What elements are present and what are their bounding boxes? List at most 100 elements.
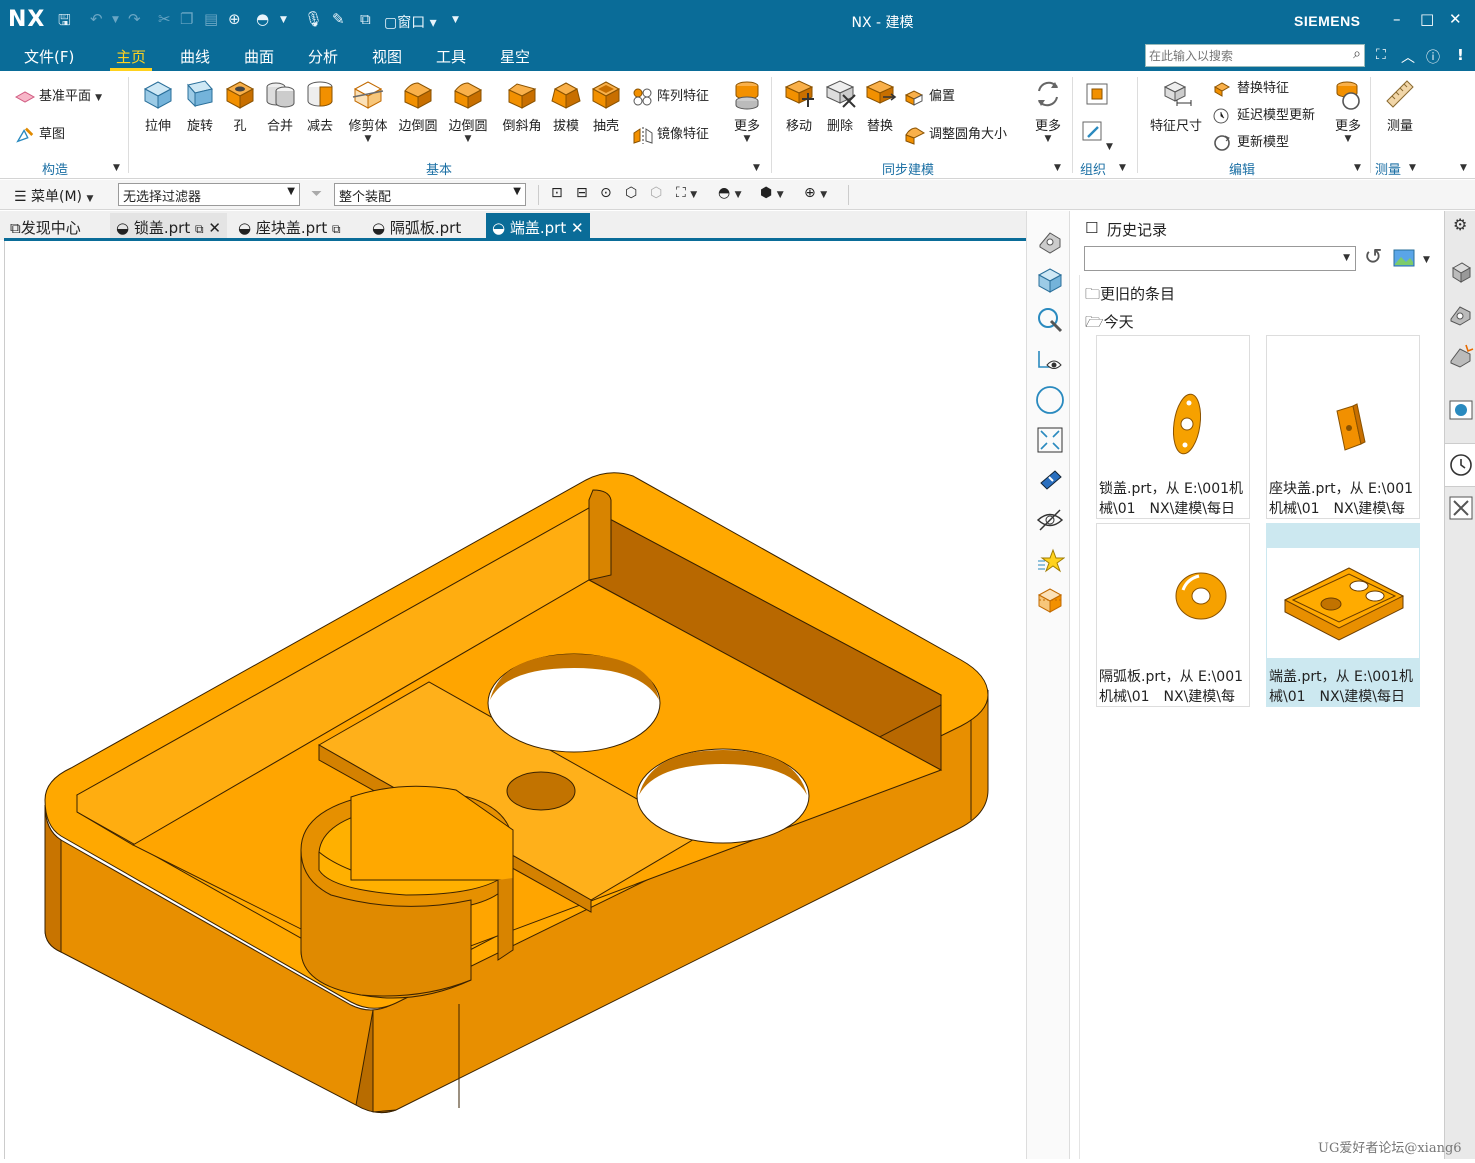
select-feature-icon[interactable]: ⊡ xyxy=(551,185,563,201)
minimize-button[interactable]: – xyxy=(1393,10,1401,28)
sync-group-dropdown-icon[interactable]: ▼ xyxy=(1054,163,1061,173)
organize-group-feature-button[interactable] xyxy=(1080,81,1114,111)
fullscreen-icon[interactable]: ⛶ xyxy=(1376,47,1386,63)
assembly-navigator-icon[interactable] xyxy=(1035,265,1065,295)
replace-face-button[interactable]: 替换 xyxy=(860,77,900,134)
edge-blend-2-button[interactable]: 边倒圆 ▼ xyxy=(446,77,490,144)
view-mode-dropdown-icon[interactable]: ▼ xyxy=(1423,255,1430,265)
close-tab-icon[interactable]: ✕ xyxy=(208,219,221,237)
fit-view-icon[interactable]: ⛶ ▼ xyxy=(676,185,697,201)
revolve-button[interactable]: 旋转 xyxy=(180,77,220,134)
datum-plane-dropdown-icon[interactable]: ▼ xyxy=(95,93,102,103)
move-face-button[interactable]: 移动 xyxy=(778,77,820,134)
select-edge-icon[interactable]: ⊟ xyxy=(576,185,588,201)
constraint-tab-icon[interactable] xyxy=(1448,343,1474,369)
draft-button[interactable]: 拔模 xyxy=(546,77,586,134)
search-icon[interactable]: ⌕ xyxy=(1353,46,1361,62)
unite-button[interactable]: 合并 xyxy=(260,77,300,134)
tab-xingkong[interactable]: 星空 xyxy=(500,46,530,67)
delay-update-button[interactable]: 延迟模型更新 xyxy=(1212,104,1315,126)
filter-funnel-icon[interactable]: ⏷ xyxy=(311,186,322,202)
feature-dimension-button[interactable]: 特征尺寸 xyxy=(1146,77,1206,134)
edge-blend-button[interactable]: 边倒圆 xyxy=(396,77,440,134)
sketch-button[interactable]: 草图 xyxy=(14,123,65,145)
hide-icon[interactable] xyxy=(1035,505,1065,535)
tab-analysis[interactable]: 分析 xyxy=(308,46,338,67)
orient-view-icon[interactable]: ⬢ ▼ xyxy=(760,185,784,201)
more-basic-button[interactable]: 更多 ▼ xyxy=(726,77,768,144)
shell-button[interactable]: 抽壳 xyxy=(586,77,626,134)
graphics-viewport[interactable] xyxy=(4,241,1026,1159)
tree-older-entries[interactable]: 🗀更旧的条目 xyxy=(1085,283,1175,309)
snap-point-icon[interactable]: ⊕ ▼ xyxy=(804,185,827,201)
history-item[interactable]: 座块盖.prt，从 E:\001机械\01 NX\建模\每 xyxy=(1266,335,1420,519)
history-item[interactable]: 隔弧板.prt，从 E:\001机械\01 NX\建模\每 xyxy=(1096,523,1250,707)
history-tab-active[interactable] xyxy=(1445,443,1475,487)
pattern-feature-button[interactable]: 阵列特征 xyxy=(632,85,709,107)
edge-blend-dropdown-icon[interactable]: ▼ xyxy=(446,134,490,144)
render-style-icon[interactable]: ◓ ▼ xyxy=(718,185,742,201)
part-navigator-icon[interactable] xyxy=(1035,225,1065,255)
organize-edit-button[interactable]: ▼ xyxy=(1080,119,1126,153)
scope-dropdown-icon[interactable]: ▼ xyxy=(513,186,521,197)
tab-home[interactable]: 主页 xyxy=(109,46,153,71)
type-filter-dropdown-icon[interactable]: ▼ xyxy=(287,186,295,197)
tab-curve[interactable]: 曲线 xyxy=(180,46,210,67)
maximize-button[interactable]: □ xyxy=(1420,10,1434,28)
basic-group-dropdown-icon[interactable]: ▼ xyxy=(753,163,760,173)
type-filter-select[interactable]: 无选择过滤器 ▼ xyxy=(118,183,300,206)
section-view-icon[interactable] xyxy=(1035,585,1065,615)
select-face-icon[interactable]: ⊙ xyxy=(600,185,612,201)
help-icon[interactable]: ⓘ xyxy=(1426,47,1440,67)
mirror-feature-button[interactable]: 镜像特征 xyxy=(632,123,709,145)
highlight-star-icon[interactable] xyxy=(1035,545,1065,575)
tab-view[interactable]: 视图 xyxy=(372,46,402,67)
resize-blend-button[interactable]: 调整圆角大小 xyxy=(904,123,1007,145)
visibility-eye-icon[interactable] xyxy=(1035,345,1065,375)
collapse-ribbon-icon[interactable]: ︿ xyxy=(1401,47,1415,67)
history-filter-dropdown-icon[interactable]: ▼ xyxy=(1343,253,1350,263)
construct-group-dropdown-icon[interactable]: ▼ xyxy=(113,163,120,173)
part-model[interactable] xyxy=(5,241,1027,1159)
tab-seat-cover[interactable]: ◒ 座块盖.prt ⧉ xyxy=(232,213,347,240)
pin-checkbox-icon[interactable]: ☐ xyxy=(1085,219,1098,237)
tab-arc-plate[interactable]: ◒ 隔弧板.prt xyxy=(366,213,467,240)
orient-icon[interactable] xyxy=(1035,465,1065,495)
tree-today[interactable]: 🗁今天 xyxy=(1085,311,1134,337)
edit-group-dropdown-icon[interactable]: ▼ xyxy=(1354,163,1361,173)
close-tab-icon[interactable]: ✕ xyxy=(571,219,584,237)
hole-button[interactable]: 孔 xyxy=(220,77,260,134)
organize-dropdown-icon[interactable]: ▼ xyxy=(1106,142,1113,152)
thumbnail-view-icon[interactable] xyxy=(1393,249,1415,267)
tab-surface[interactable]: 曲面 xyxy=(244,46,274,67)
tools-tab-icon[interactable] xyxy=(1448,495,1474,521)
more-basic-dropdown-icon[interactable]: ▼ xyxy=(726,134,768,144)
fit-all-icon[interactable] xyxy=(1035,425,1065,455)
more-sync-dropdown-icon[interactable]: ▼ xyxy=(1028,134,1068,144)
history-item-selected[interactable]: 端盖.prt，从 E:\001机械\01 NX\建模\每日 xyxy=(1266,523,1420,707)
measure-button[interactable]: 测量 xyxy=(1378,77,1422,134)
offset-face-button[interactable]: 偏置 xyxy=(904,85,955,107)
alert-icon[interactable]: ! xyxy=(1457,46,1464,64)
search-input[interactable] xyxy=(1146,45,1336,66)
menu-file[interactable]: 文件(F) xyxy=(24,46,74,67)
replace-feature-button[interactable]: 替换特征 xyxy=(1212,77,1289,99)
tab-tools[interactable]: 工具 xyxy=(436,46,466,67)
part-navigator-tab-icon[interactable] xyxy=(1448,259,1474,285)
measure-group-dropdown-icon[interactable]: ▼ xyxy=(1409,163,1416,173)
trim-body-dropdown-icon[interactable]: ▼ xyxy=(344,134,392,144)
trim-body-button[interactable]: 修剪体 ▼ xyxy=(344,77,392,144)
reuse-library-icon[interactable] xyxy=(1035,305,1065,335)
select-body-icon[interactable]: ⬡ xyxy=(625,185,637,201)
command-search[interactable]: ⌕ xyxy=(1145,44,1365,67)
close-button[interactable]: ✕ xyxy=(1449,10,1462,28)
more-edit-dropdown-icon[interactable]: ▼ xyxy=(1328,134,1368,144)
organize-group-dropdown-icon[interactable]: ▼ xyxy=(1119,163,1126,173)
more-sync-button[interactable]: 更多 ▼ xyxy=(1028,77,1068,144)
subtract-button[interactable]: 减去 xyxy=(300,77,340,134)
scope-select[interactable]: 整个装配 ▼ xyxy=(334,183,526,206)
tab-end-cap[interactable]: ◒ 端盖.prt ✕ xyxy=(486,213,590,240)
extrude-button[interactable]: 拉伸 xyxy=(138,77,178,134)
gear-icon[interactable]: ⚙ xyxy=(1453,215,1467,234)
delete-face-button[interactable]: 删除 xyxy=(820,77,860,134)
